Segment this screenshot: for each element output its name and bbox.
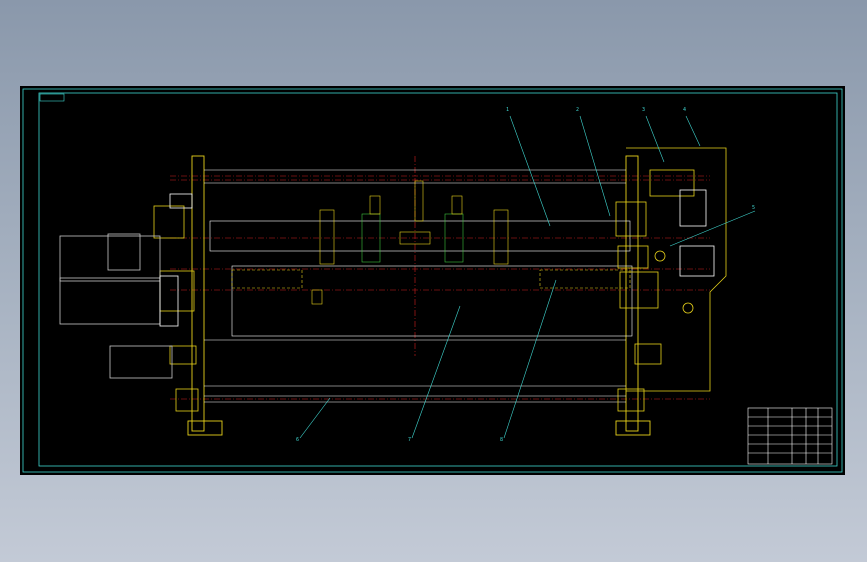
centerlines	[170, 156, 710, 400]
balloon-1: 1	[506, 107, 510, 113]
knife-shaft	[209, 180, 631, 265]
side-frames	[187, 155, 651, 436]
cad-drawing	[22, 88, 843, 473]
main-roller	[231, 265, 633, 337]
leader-lines	[299, 115, 756, 439]
drawing-sheet: 1 2 3 4 5 6 7 8	[20, 86, 845, 475]
balloon-7: 7	[408, 437, 412, 443]
balloon-8: 8	[500, 437, 504, 443]
balloon-4: 4	[683, 107, 687, 113]
lower-roller	[204, 339, 626, 403]
sheet-code-box	[39, 93, 65, 102]
inner-border	[38, 92, 838, 467]
balloon-3: 3	[642, 107, 646, 113]
balloon-2: 2	[576, 107, 580, 113]
balloon-5: 5	[752, 205, 756, 211]
balloon-6: 6	[296, 437, 300, 443]
title-block	[747, 407, 833, 465]
gear-box	[626, 147, 727, 392]
right-bearings	[615, 201, 662, 412]
motors	[59, 233, 179, 379]
outer-border	[22, 88, 843, 473]
left-bearings	[153, 193, 199, 412]
